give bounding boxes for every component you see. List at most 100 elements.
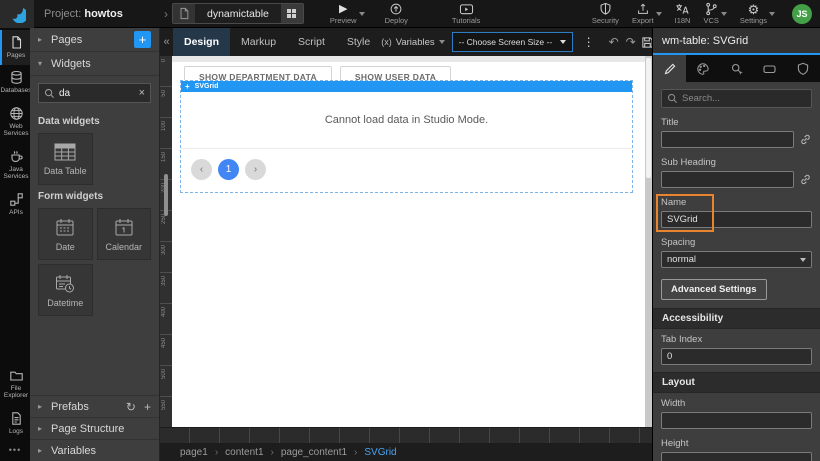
variables-section-header[interactable]: ▸ Variables bbox=[30, 439, 159, 461]
page-preview[interactable]: SHOW DEPARTMENT DATA SHOW USER DATA + SV… bbox=[172, 62, 645, 427]
wavemaker-logo[interactable] bbox=[0, 0, 34, 28]
pagination-next-button[interactable]: › bbox=[245, 159, 266, 180]
kebab-menu-icon[interactable]: ⋮ bbox=[580, 35, 597, 49]
collapse-left-panel-icon[interactable]: « bbox=[160, 36, 173, 48]
sidebar-item-java-services[interactable]: Java Services bbox=[0, 144, 30, 187]
variables-caret-icon bbox=[439, 40, 445, 44]
layout-section-header[interactable]: Layout bbox=[653, 372, 820, 393]
redo-icon[interactable]: ↷ bbox=[622, 35, 639, 49]
export-button[interactable]: Export bbox=[632, 3, 654, 25]
translate-icon bbox=[675, 3, 690, 16]
tab-index-field: Tab Index bbox=[661, 334, 812, 365]
pagination-page-1-button[interactable]: 1 bbox=[218, 159, 239, 180]
vcs-button[interactable]: VCS bbox=[703, 3, 718, 25]
svgrid-widget[interactable]: + SVGrid Cannot load data in Studio Mode… bbox=[180, 80, 633, 193]
name-field-input[interactable] bbox=[661, 211, 812, 228]
canvas-vertical-scrollbar[interactable] bbox=[645, 56, 652, 427]
tab-device[interactable] bbox=[753, 55, 786, 82]
widget-search-input[interactable] bbox=[59, 88, 135, 99]
page-structure-section-header[interactable]: ▸ Page Structure bbox=[30, 417, 159, 439]
more-options-icon[interactable]: ••• bbox=[0, 441, 30, 461]
ruler-scrollbar-thumb[interactable] bbox=[164, 174, 168, 216]
accessibility-section-header[interactable]: Accessibility bbox=[653, 308, 820, 329]
settings-button[interactable]: ⚙ Settings bbox=[740, 3, 767, 25]
add-page-button[interactable]: + bbox=[134, 31, 151, 48]
tab-markup[interactable]: Markup bbox=[230, 28, 287, 56]
prefabs-section-header[interactable]: ▸ Prefabs ↻ + bbox=[30, 395, 159, 417]
tab-script[interactable]: Script bbox=[287, 28, 336, 56]
pages-icon bbox=[9, 35, 24, 50]
security-button[interactable]: Security bbox=[592, 3, 619, 25]
tab-index-input[interactable] bbox=[661, 348, 812, 365]
settings-caret-icon[interactable] bbox=[769, 12, 775, 16]
scrollbar-thumb[interactable] bbox=[646, 58, 651, 178]
widgets-section-header[interactable]: ▾ Widgets bbox=[30, 52, 159, 76]
design-canvas[interactable]: SHOW DEPARTMENT DATA SHOW USER DATA + SV… bbox=[172, 56, 645, 427]
tab-style[interactable]: Style bbox=[336, 28, 381, 56]
widget-card-datetime[interactable]: Datetime bbox=[38, 264, 93, 316]
widget-card-calendar[interactable]: Calendar bbox=[97, 208, 152, 260]
sidebar-item-apis[interactable]: APIs bbox=[0, 187, 30, 222]
breadcrumb-svgrid[interactable]: SVGrid bbox=[364, 447, 396, 458]
preview-group: ▶ Preview bbox=[330, 3, 365, 25]
spacing-field-label: Spacing bbox=[661, 237, 812, 248]
preview-button[interactable]: ▶ Preview bbox=[330, 3, 357, 25]
sidebar-item-databases[interactable]: Databases bbox=[0, 65, 30, 100]
svgrid-selection-bar[interactable]: + SVGrid bbox=[181, 81, 632, 92]
refresh-icon[interactable]: ↻ bbox=[126, 400, 136, 414]
sidebar-item-logs[interactable]: Logs bbox=[0, 406, 30, 441]
tutorials-button[interactable]: Tutorials bbox=[452, 3, 480, 25]
inspect-icon bbox=[730, 62, 744, 76]
left-panel: ▸ Pages + ▾ Widgets × Data widgets bbox=[30, 28, 160, 461]
property-search-input[interactable] bbox=[682, 93, 806, 104]
tab-styles[interactable] bbox=[686, 55, 719, 82]
ruler-mark: 100 bbox=[161, 121, 167, 131]
pagination-prev-button[interactable]: ‹ bbox=[191, 159, 212, 180]
user-avatar[interactable]: JS bbox=[792, 4, 812, 24]
variables-dropdown[interactable]: (x) Variables bbox=[381, 37, 444, 48]
tab-security[interactable] bbox=[787, 55, 820, 82]
add-prefab-icon[interactable]: + bbox=[144, 400, 151, 414]
title-field-input[interactable] bbox=[661, 131, 794, 148]
breadcrumb-content1[interactable]: content1 bbox=[225, 447, 263, 458]
height-field-input[interactable] bbox=[661, 452, 812, 461]
screen-size-select[interactable]: -- Choose Screen Size -- bbox=[452, 32, 574, 52]
tab-properties[interactable] bbox=[653, 55, 686, 82]
widget-card-date[interactable]: Date bbox=[38, 208, 93, 260]
i18n-button[interactable]: I18N bbox=[675, 3, 691, 25]
wavemaker-studio: Project: howtos › dynamictable ▶ Preview bbox=[0, 0, 820, 461]
form-widgets-label: Form widgets bbox=[30, 185, 159, 206]
pages-section-header[interactable]: ▸ Pages + bbox=[30, 28, 159, 52]
vcs-caret-icon[interactable] bbox=[721, 12, 727, 16]
breadcrumb-page1[interactable]: page1 bbox=[180, 447, 208, 458]
subheading-field-input[interactable] bbox=[661, 171, 794, 188]
sidebar-item-pages[interactable]: Pages bbox=[0, 30, 30, 65]
ruler-mark: 150 bbox=[161, 152, 167, 162]
layout-grid-icon[interactable] bbox=[281, 3, 303, 24]
export-caret-icon[interactable] bbox=[656, 12, 662, 16]
bind-link-icon[interactable] bbox=[799, 173, 812, 186]
sidebar-item-web-services[interactable]: Web Services bbox=[0, 101, 30, 144]
open-page-tab[interactable]: dynamictable bbox=[172, 3, 304, 24]
breadcrumb-separator-icon: › bbox=[354, 447, 357, 458]
page-tab-label: dynamictable bbox=[195, 8, 281, 20]
tab-events[interactable] bbox=[720, 55, 753, 82]
breadcrumb-page-content1[interactable]: page_content1 bbox=[281, 447, 347, 458]
deploy-button[interactable]: Deploy bbox=[385, 3, 408, 25]
tab-index-label: Tab Index bbox=[661, 334, 812, 345]
clear-search-icon[interactable]: × bbox=[139, 87, 145, 99]
preview-caret-icon[interactable] bbox=[359, 12, 365, 16]
top-bar: Project: howtos › dynamictable ▶ Preview bbox=[0, 0, 820, 28]
bind-link-icon[interactable] bbox=[799, 133, 812, 146]
title-field-label: Title bbox=[661, 117, 812, 128]
undo-icon[interactable]: ↶ bbox=[605, 35, 622, 49]
spacing-select[interactable]: normal bbox=[661, 251, 812, 268]
sidebar-item-file-explorer[interactable]: File Explorer bbox=[0, 363, 30, 406]
tab-design[interactable]: Design bbox=[173, 28, 230, 56]
svgrid-widget-label: SVGrid bbox=[195, 83, 219, 90]
width-field-input[interactable] bbox=[661, 412, 812, 429]
advanced-settings-button[interactable]: Advanced Settings bbox=[661, 279, 767, 300]
widget-search: × bbox=[38, 83, 151, 103]
chevron-right-icon: ▸ bbox=[38, 446, 45, 455]
widget-card-data-table[interactable]: Data Table bbox=[38, 133, 93, 185]
